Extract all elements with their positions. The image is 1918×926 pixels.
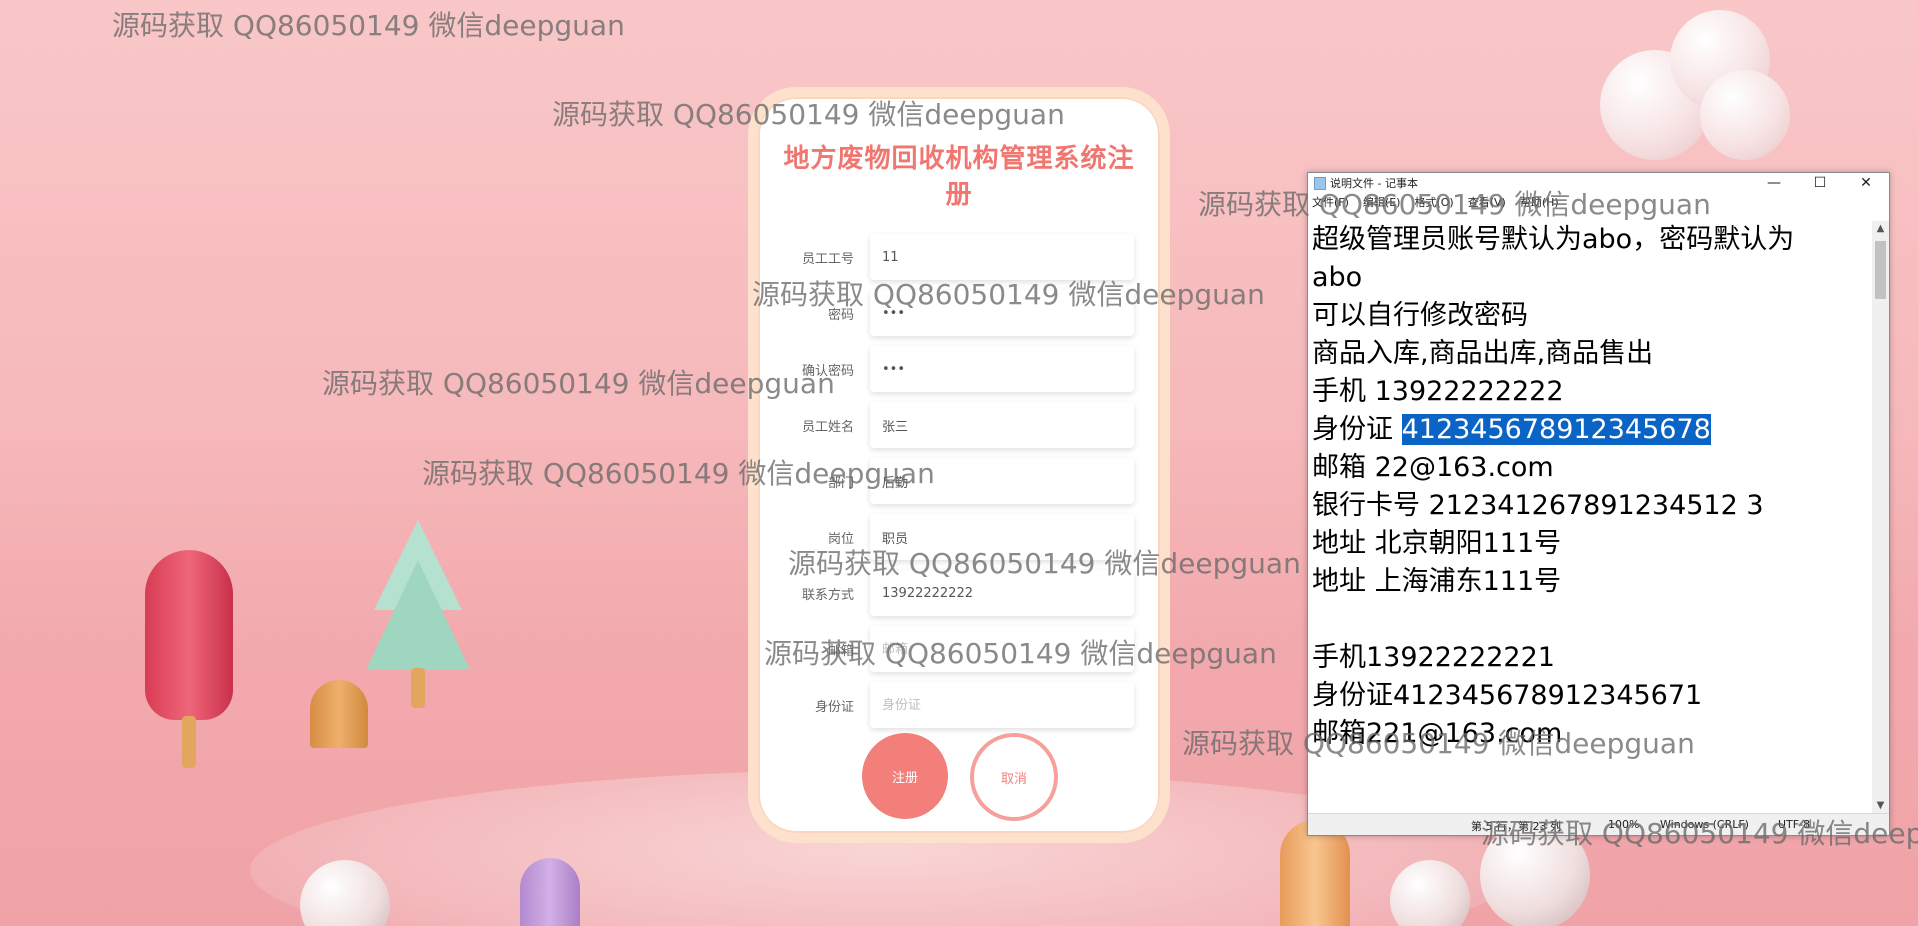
notepad-titlebar[interactable]: 说明文件 - 记事本 — ☐ ✕ <box>1308 173 1889 193</box>
tree-decoration <box>366 520 470 708</box>
position-label: 岗位 <box>827 532 854 547</box>
menu-file[interactable]: 文件(F) <box>1312 194 1349 210</box>
vertical-scrollbar[interactable]: ▲ ▼ <box>1872 221 1889 813</box>
form-row-id-card: 身份证 <box>758 682 1160 728</box>
popsicle-decoration <box>145 550 233 720</box>
email-label: 邮箱 <box>827 644 854 659</box>
status-line-ending: Windows (CRLF) <box>1660 818 1749 831</box>
form-row-department: 部门 <box>758 458 1160 504</box>
text-before-selection: 超级管理员账号默认为abo，密码默认为 abo 可以自行修改密码 商品入库,商品… <box>1312 224 1795 445</box>
scroll-up-icon[interactable]: ▲ <box>1872 223 1889 234</box>
form-row-email: 邮箱 <box>758 626 1160 672</box>
status-zoom: 100% <box>1608 818 1640 831</box>
watermark: 源码获取 QQ86050149 微信deepguan <box>112 9 625 42</box>
menu-help[interactable]: 帮助(H) <box>1520 194 1559 210</box>
id-card-input[interactable] <box>870 682 1134 728</box>
confirm-password-input[interactable] <box>870 346 1134 392</box>
notepad-title: 说明文件 - 记事本 <box>1330 177 1418 190</box>
notepad-statusbar: 第 5 行，第 23 列 100% Windows (CRLF) UTF-8 <box>1308 813 1889 835</box>
dome-decoration <box>310 680 368 748</box>
notepad-text-area[interactable]: 超级管理员账号默认为abo，密码默认为 abo 可以自行修改密码 商品入库,商品… <box>1312 221 1871 813</box>
form-row-phone: 联系方式 <box>758 570 1160 616</box>
form-row-position: 岗位 <box>758 514 1160 560</box>
cloud-decoration <box>1590 10 1790 170</box>
text-after-selection: 邮箱 22@163.com 银行卡号 212341267891234512 3 … <box>1312 452 1764 749</box>
minimize-icon[interactable]: — <box>1751 175 1797 191</box>
form-row-employee-id: 员工工号 <box>758 234 1160 280</box>
notepad-icon <box>1314 176 1326 190</box>
employee-id-input[interactable] <box>870 234 1134 280</box>
close-icon[interactable]: ✕ <box>1843 175 1889 191</box>
cancel-button[interactable]: 取消 <box>970 733 1058 821</box>
menu-view[interactable]: 查看(V) <box>1468 194 1506 210</box>
password-label: 密码 <box>827 308 854 323</box>
form-row-confirm-password: 确认密码 <box>758 346 1160 392</box>
confirm-password-label: 确认密码 <box>801 364 854 379</box>
register-button[interactable]: 注册 <box>862 733 948 819</box>
scrollbar-thumb[interactable] <box>1875 241 1886 299</box>
form-row-password: 密码 <box>758 290 1160 336</box>
status-position: 第 5 行，第 23 列 <box>1471 820 1561 833</box>
notepad-window: 说明文件 - 记事本 — ☐ ✕ 文件(F) 编辑(E) 格式(O) 查看(V)… <box>1307 172 1890 836</box>
employee-id-label: 员工工号 <box>801 252 854 267</box>
department-input[interactable] <box>870 458 1134 504</box>
maximize-icon[interactable]: ☐ <box>1797 175 1843 191</box>
phone-input[interactable] <box>870 570 1134 616</box>
notepad-menubar: 文件(F) 编辑(E) 格式(O) 查看(V) 帮助(H) <box>1308 193 1889 211</box>
register-card: 地方废物回收机构管理系统注册 员工工号 密码 确认密码 员工姓名 部门 岗位 联… <box>748 87 1170 843</box>
selected-text: 412345678912345678 <box>1401 414 1711 445</box>
scroll-down-icon[interactable]: ▼ <box>1872 800 1889 811</box>
status-encoding: UTF-8 <box>1778 818 1811 831</box>
purple-decoration <box>520 858 580 926</box>
employee-name-label: 员工姓名 <box>801 420 854 435</box>
position-input[interactable] <box>870 514 1134 560</box>
id-card-label: 身份证 <box>814 700 854 715</box>
department-label: 部门 <box>827 476 854 491</box>
password-input[interactable] <box>870 290 1134 336</box>
popsicle-stick <box>182 716 196 768</box>
phone-label: 联系方式 <box>801 588 854 603</box>
email-input[interactable] <box>870 626 1134 672</box>
employee-name-input[interactable] <box>870 402 1134 448</box>
page-title: 地方废物回收机构管理系统注册 <box>783 144 1135 210</box>
menu-edit[interactable]: 编辑(E) <box>1363 194 1401 210</box>
form-row-employee-name: 员工姓名 <box>758 402 1160 448</box>
menu-format[interactable]: 格式(O) <box>1414 194 1453 210</box>
